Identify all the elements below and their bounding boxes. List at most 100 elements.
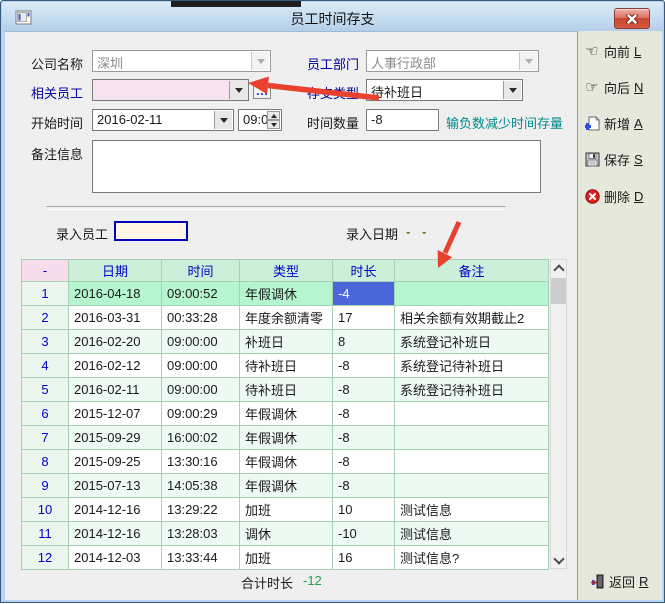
company-combobox[interactable]: 深圳 xyxy=(92,50,271,72)
table-cell[interactable]: 年假调休 xyxy=(240,402,333,426)
table-cell[interactable]: 13:33:44 xyxy=(162,546,240,570)
time-up-icon[interactable] xyxy=(267,111,280,120)
table-cell[interactable]: 加班 xyxy=(240,546,333,570)
type-combobox[interactable]: 待补班日 xyxy=(366,79,523,101)
close-button[interactable] xyxy=(614,8,650,29)
table-cell[interactable]: 10 xyxy=(333,498,395,522)
table-cell[interactable]: 待补班日 xyxy=(240,354,333,378)
department-combobox[interactable]: 人事行政部 xyxy=(366,50,539,72)
table-cell[interactable]: 00:33:28 xyxy=(162,306,240,330)
table-cell[interactable]: 2016-02-12 xyxy=(69,354,162,378)
table-cell[interactable]: 补班日 xyxy=(240,330,333,354)
row-number[interactable]: 1 xyxy=(22,282,69,306)
scroll-up-icon[interactable] xyxy=(551,260,566,276)
table-cell[interactable]: 2016-04-18 xyxy=(69,282,162,306)
table-cell[interactable] xyxy=(395,474,549,498)
row-number[interactable]: 11 xyxy=(22,522,69,546)
table-cell[interactable]: -8 xyxy=(333,450,395,474)
title-bar[interactable]: 员工时间存支 xyxy=(2,2,663,31)
table-cell[interactable]: 2015-12-07 xyxy=(69,402,162,426)
add-button[interactable]: 新增A xyxy=(584,113,660,133)
start-time-spinner[interactable]: 09:00 xyxy=(238,109,282,131)
table-cell[interactable]: 相关余额有效期截止2 xyxy=(395,306,549,330)
row-number[interactable]: 8 xyxy=(22,450,69,474)
table-cell[interactable]: 年假调休 xyxy=(240,426,333,450)
row-number[interactable]: 12 xyxy=(22,546,69,570)
table-cell[interactable]: 8 xyxy=(333,330,395,354)
table-cell[interactable]: 年度余额清零 xyxy=(240,306,333,330)
scrollbar-thumb[interactable] xyxy=(551,278,566,304)
table-cell[interactable]: 09:00:29 xyxy=(162,402,240,426)
row-number[interactable]: 9 xyxy=(22,474,69,498)
row-number[interactable]: 7 xyxy=(22,426,69,450)
table-cell[interactable]: 2015-07-13 xyxy=(69,474,162,498)
delete-button[interactable]: 删除D xyxy=(584,186,660,206)
table-cell[interactable]: -10 xyxy=(333,522,395,546)
row-number[interactable]: 2 xyxy=(22,306,69,330)
row-number[interactable]: 3 xyxy=(22,330,69,354)
table-cell[interactable]: 14:05:38 xyxy=(162,474,240,498)
table-cell[interactable]: 年假调休 xyxy=(240,474,333,498)
company-dropdown-icon[interactable] xyxy=(251,52,269,70)
table-cell[interactable] xyxy=(395,282,549,306)
table-cell[interactable]: 系统登记待补班日 xyxy=(395,378,549,402)
table-cell[interactable]: 2014-12-16 xyxy=(69,498,162,522)
table-cell[interactable]: 测试信息 xyxy=(395,498,549,522)
table-cell[interactable]: 13:29:22 xyxy=(162,498,240,522)
return-button[interactable]: 返回R xyxy=(589,571,665,591)
table-cell[interactable]: 系统登记补班日 xyxy=(395,330,549,354)
table-cell[interactable]: 2015-09-25 xyxy=(69,450,162,474)
employee-browse-button[interactable]: … xyxy=(253,85,271,99)
row-number[interactable]: 5 xyxy=(22,378,69,402)
type-dropdown-icon[interactable] xyxy=(503,81,521,99)
entry-employee-input[interactable] xyxy=(114,221,188,241)
table-cell[interactable]: 16:00:02 xyxy=(162,426,240,450)
time-down-icon[interactable] xyxy=(267,120,280,129)
table-cell[interactable]: 13:30:16 xyxy=(162,450,240,474)
employee-combobox[interactable] xyxy=(92,79,249,101)
table-cell[interactable]: -8 xyxy=(333,402,395,426)
quantity-input[interactable]: -8 xyxy=(366,109,439,131)
save-button[interactable]: 保存S xyxy=(584,149,660,169)
table-cell[interactable]: 调休 xyxy=(240,522,333,546)
table-cell[interactable]: 2014-12-03 xyxy=(69,546,162,570)
scroll-down-icon[interactable] xyxy=(551,552,566,568)
table-cell[interactable] xyxy=(395,450,549,474)
row-number[interactable]: 4 xyxy=(22,354,69,378)
table-cell[interactable]: 系统登记待补班日 xyxy=(395,354,549,378)
department-dropdown-icon[interactable] xyxy=(519,52,537,70)
table-cell[interactable]: 09:00:00 xyxy=(162,378,240,402)
table-cell[interactable]: 2015-09-29 xyxy=(69,426,162,450)
table-cell[interactable] xyxy=(395,402,549,426)
next-button[interactable]: ☞ 向后N xyxy=(584,77,660,97)
table-cell[interactable]: -8 xyxy=(333,426,395,450)
table-cell[interactable]: 09:00:00 xyxy=(162,330,240,354)
table-cell[interactable]: 测试信息 xyxy=(395,522,549,546)
table-cell[interactable]: 2014-12-16 xyxy=(69,522,162,546)
row-number[interactable]: 6 xyxy=(22,402,69,426)
table-cell[interactable]: 2016-03-31 xyxy=(69,306,162,330)
table-cell[interactable]: 2016-02-11 xyxy=(69,378,162,402)
table-cell[interactable]: 09:00:52 xyxy=(162,282,240,306)
start-date-dropdown-icon[interactable] xyxy=(214,111,232,129)
table-scrollbar[interactable] xyxy=(550,259,567,569)
remark-textarea[interactable] xyxy=(92,140,541,193)
table-cell[interactable]: 2016-02-20 xyxy=(69,330,162,354)
table-cell[interactable]: 17 xyxy=(333,306,395,330)
table-cell[interactable]: 年假调休 xyxy=(240,282,333,306)
table-cell[interactable]: 16 xyxy=(333,546,395,570)
employee-dropdown-icon[interactable] xyxy=(229,81,247,99)
table-cell[interactable]: 13:28:03 xyxy=(162,522,240,546)
table-cell[interactable]: -8 xyxy=(333,354,395,378)
table-cell[interactable]: 年假调休 xyxy=(240,450,333,474)
table-cell[interactable]: 加班 xyxy=(240,498,333,522)
row-number[interactable]: 10 xyxy=(22,498,69,522)
previous-button[interactable]: ☜ 向前L xyxy=(584,41,660,61)
table-cell[interactable]: 测试信息? xyxy=(395,546,549,570)
table-cell[interactable]: -8 xyxy=(333,474,395,498)
table-cell[interactable]: -8 xyxy=(333,378,395,402)
table-cell[interactable]: 09:00:00 xyxy=(162,354,240,378)
table-cell[interactable] xyxy=(395,426,549,450)
table-cell[interactable]: -4 xyxy=(333,282,395,306)
table-cell[interactable]: 待补班日 xyxy=(240,378,333,402)
